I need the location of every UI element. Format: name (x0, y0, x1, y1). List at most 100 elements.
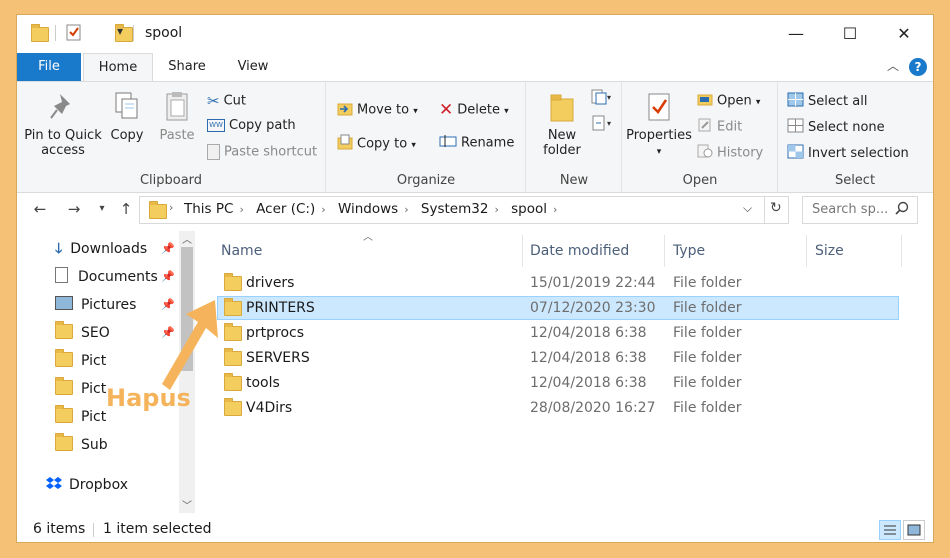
file-row-drivers[interactable]: drivers 15/01/2019 22:44 File folder (217, 271, 897, 295)
paste-shortcut-button[interactable]: Paste shortcut (207, 144, 317, 160)
search-box[interactable]: Search sp... (802, 196, 918, 224)
history-button[interactable]: History (697, 144, 763, 162)
collapse-ribbon-icon[interactable]: ︿ (887, 57, 899, 74)
copy-to-label: Copy to (357, 136, 408, 152)
nav-item-pict[interactable]: Pict (55, 405, 106, 429)
cut-button[interactable]: ✂ Cut (207, 92, 246, 110)
file-name: prtprocs (246, 325, 305, 341)
nav-item-pictures[interactable]: Pictures (55, 293, 136, 317)
invert-selection-button[interactable]: Invert selection (787, 144, 909, 163)
column-header-name[interactable]: Name (221, 235, 262, 267)
copy-path-button[interactable]: WW Copy path (207, 118, 296, 133)
column-divider[interactable] (522, 235, 523, 267)
column-divider[interactable] (664, 235, 665, 267)
properties-button[interactable]: Properties ▾ (625, 90, 693, 160)
breadcrumb-acer-c[interactable]: Acer (C:) (256, 201, 315, 217)
large-icons-view-icon[interactable] (903, 520, 925, 540)
customize-chevron-icon[interactable]: ▾ (117, 24, 123, 44)
rename-icon (439, 134, 457, 152)
tab-share[interactable]: Share (167, 53, 207, 81)
minimize-button[interactable]: — (773, 15, 819, 53)
column-divider[interactable] (901, 235, 902, 267)
nav-item-pict[interactable]: Pict (55, 377, 106, 401)
breadcrumb-this-pc[interactable]: This PC (184, 201, 233, 217)
history-icon (697, 144, 713, 162)
copy-to-icon (337, 134, 353, 154)
paste-button[interactable]: Paste (153, 90, 201, 143)
forward-arrow-icon[interactable]: → (63, 198, 85, 220)
copy-button[interactable]: Copy (105, 90, 149, 143)
breadcrumb-spool[interactable]: spool (511, 201, 547, 217)
file-row-prtprocs[interactable]: prtprocs 12/04/2018 6:38 File folder (217, 321, 897, 345)
file-row-servers[interactable]: SERVERS 12/04/2018 6:38 File folder (217, 346, 897, 370)
help-icon[interactable]: ? (909, 58, 927, 76)
status-bar: 6 items 1 item selected (17, 517, 933, 542)
pin-icon[interactable]: 📌 (161, 270, 175, 283)
up-arrow-icon[interactable]: ↑ (115, 198, 137, 220)
file-date: 15/01/2019 22:44 (530, 275, 656, 291)
copy-to-button[interactable]: Copy to ▾ (337, 134, 416, 154)
details-view-icon[interactable] (879, 520, 901, 540)
search-icon[interactable] (895, 201, 909, 219)
easy-access-icon[interactable]: ▾ (591, 114, 613, 136)
pin-quick-access-button[interactable]: Pin to Quick access (21, 90, 105, 158)
tab-home[interactable]: Home (83, 53, 153, 83)
nav-item-documents[interactable]: Documents (55, 265, 158, 289)
scroll-down-icon[interactable]: ﹀ (182, 497, 192, 512)
delete-x-icon: ✕ (439, 100, 454, 120)
file-type: File folder (673, 300, 742, 316)
move-to-button[interactable]: Move to ▾ (337, 100, 418, 120)
column-header-date-modified[interactable]: Date modified (530, 235, 629, 267)
divider (93, 523, 94, 537)
nav-item-label: Pict (81, 381, 107, 397)
select-all-label: Select all (808, 94, 868, 109)
rename-button[interactable]: Rename (439, 134, 514, 152)
breadcrumb-system32[interactable]: System32 (421, 201, 489, 217)
edit-button[interactable]: Edit (697, 118, 742, 136)
column-header-type[interactable]: Type (673, 235, 705, 267)
recent-locations-chevron-icon[interactable]: ▾ (91, 198, 113, 220)
nav-item-dropbox[interactable]: Dropbox (45, 473, 128, 497)
nav-item-seo[interactable]: SEO (55, 321, 110, 345)
clipboard-group: Pin to Quick access Copy Paste ✂ Cut WW Co… (17, 82, 326, 192)
properties-quick-icon[interactable] (66, 23, 82, 41)
nav-item-label: Downloads (70, 241, 148, 257)
file-row-v4dirs[interactable]: V4Dirs 28/08/2020 16:27 File folder (217, 396, 897, 420)
close-button[interactable]: ✕ (881, 15, 927, 53)
address-bar[interactable]: › This PC › Acer (C:) › Windows › System32 ›… (139, 196, 789, 224)
pin-icon[interactable]: 📌 (161, 242, 175, 255)
breadcrumb-windows[interactable]: Windows (338, 201, 398, 217)
search-input[interactable]: Search sp... (812, 202, 888, 217)
column-divider[interactable] (806, 235, 807, 267)
column-header-size[interactable]: Size (815, 235, 844, 267)
rename-label: Rename (461, 135, 515, 151)
selection-count: 1 item selected (103, 521, 212, 537)
folder-icon (224, 398, 242, 416)
new-folder-button[interactable]: New folder (533, 90, 591, 158)
download-icon: 🡓 (55, 241, 63, 257)
file-type: File folder (673, 400, 742, 416)
file-type: File folder (673, 375, 742, 391)
paste-shortcut-label: Paste shortcut (224, 144, 318, 160)
new-folder-label: New folder (543, 128, 581, 158)
nav-item-downloads[interactable]: 🡓 Downloads (55, 237, 147, 261)
divider (133, 25, 134, 41)
nav-item-sub[interactable]: Sub (55, 433, 108, 457)
paste-icon (166, 92, 188, 121)
refresh-icon[interactable]: ↻ (770, 200, 782, 216)
new-item-icon[interactable]: ▾ (591, 88, 613, 110)
back-arrow-icon[interactable]: ← (29, 198, 51, 220)
select-none-button[interactable]: Select none (787, 118, 885, 137)
new-group-label: New (559, 173, 589, 188)
tab-file[interactable]: File (17, 53, 81, 81)
open-button[interactable]: Open ▾ (697, 92, 760, 110)
tab-view[interactable]: View (235, 53, 271, 81)
file-row-printers[interactable]: PRINTERS 07/12/2020 23:30 File folder (217, 296, 899, 320)
nav-item-pict[interactable]: Pict (55, 349, 106, 373)
maximize-button[interactable]: ☐ (827, 15, 873, 53)
select-all-button[interactable]: Select all (787, 92, 867, 111)
address-dropdown-chevron-icon[interactable]: ⌵ (743, 201, 752, 216)
file-row-tools[interactable]: tools 12/04/2018 6:38 File folder (217, 371, 897, 395)
scroll-up-icon[interactable]: ︿ (182, 231, 192, 246)
delete-button[interactable]: ✕ Delete ▾ (439, 100, 509, 120)
